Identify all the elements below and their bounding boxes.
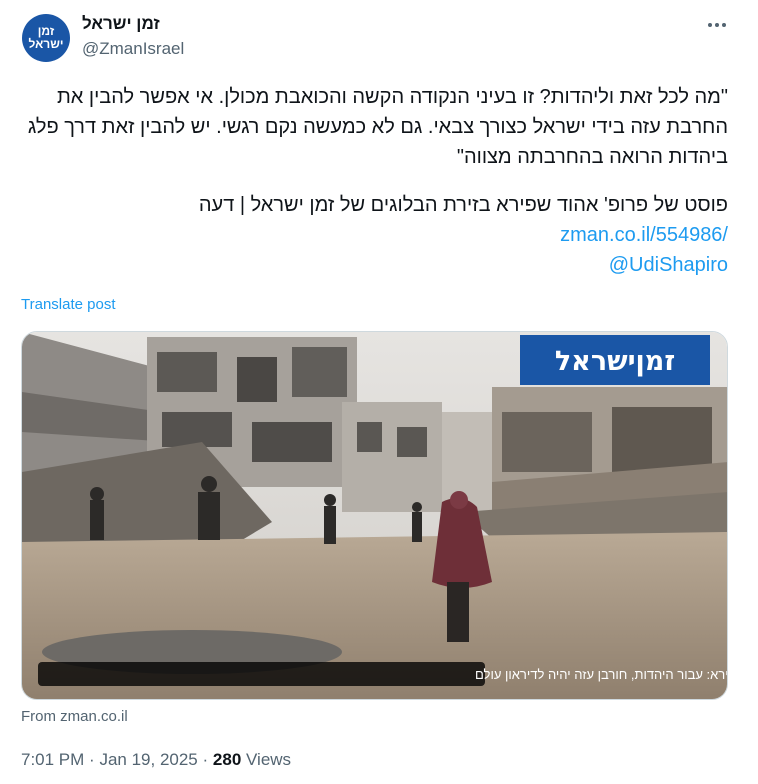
card-caption: פרופ' אהוד שפירא: עבור היהדות, חורבן עזה… (475, 667, 728, 682)
avatar[interactable]: זמן ישראל (22, 14, 70, 62)
destroyed-street-photo: זמןישראל פרופ' אהוד שפירא: עבור היהדות, … (22, 332, 728, 699)
views-count: 280 (212, 750, 242, 769)
views-label: Views (246, 750, 292, 769)
tweet-text: "מה לכל זאת וליהדות? זו בעיני הנקודה הקש… (20, 82, 728, 280)
tweet-meta: 7:01 PM · Jan 19, 2025 · 280 Views (21, 750, 291, 770)
more-icon[interactable] (706, 14, 728, 36)
tweet-post-line: פוסט של פרופ' אהוד שפירא בזירת הבלוגים ש… (198, 194, 728, 216)
translate-post-link[interactable]: Translate post (21, 296, 116, 313)
separator: · (202, 750, 209, 769)
tweet-time[interactable]: 7:01 PM (21, 750, 84, 769)
article-link[interactable]: zman.co.il/554986/ (20, 220, 728, 250)
tweet-quote: "מה לכל זאת וליהדות? זו בעיני הנקודה הקש… (27, 86, 728, 168)
link-card-image[interactable]: זמןישראל פרופ' אהוד שפירא: עבור היהדות, … (21, 331, 728, 700)
account-handle[interactable]: @ZmanIsrael (82, 39, 184, 59)
source-link[interactable]: From zman.co.il (21, 708, 128, 725)
separator: · (89, 750, 95, 769)
account-name[interactable]: זמן ישראל (82, 14, 160, 34)
avatar-text-bottom: ישראל (28, 37, 64, 51)
mention-link[interactable]: @UdiShapiro (20, 250, 728, 280)
card-logo: זמןישראל (555, 346, 675, 377)
tweet-date[interactable]: Jan 19, 2025 (99, 750, 197, 769)
